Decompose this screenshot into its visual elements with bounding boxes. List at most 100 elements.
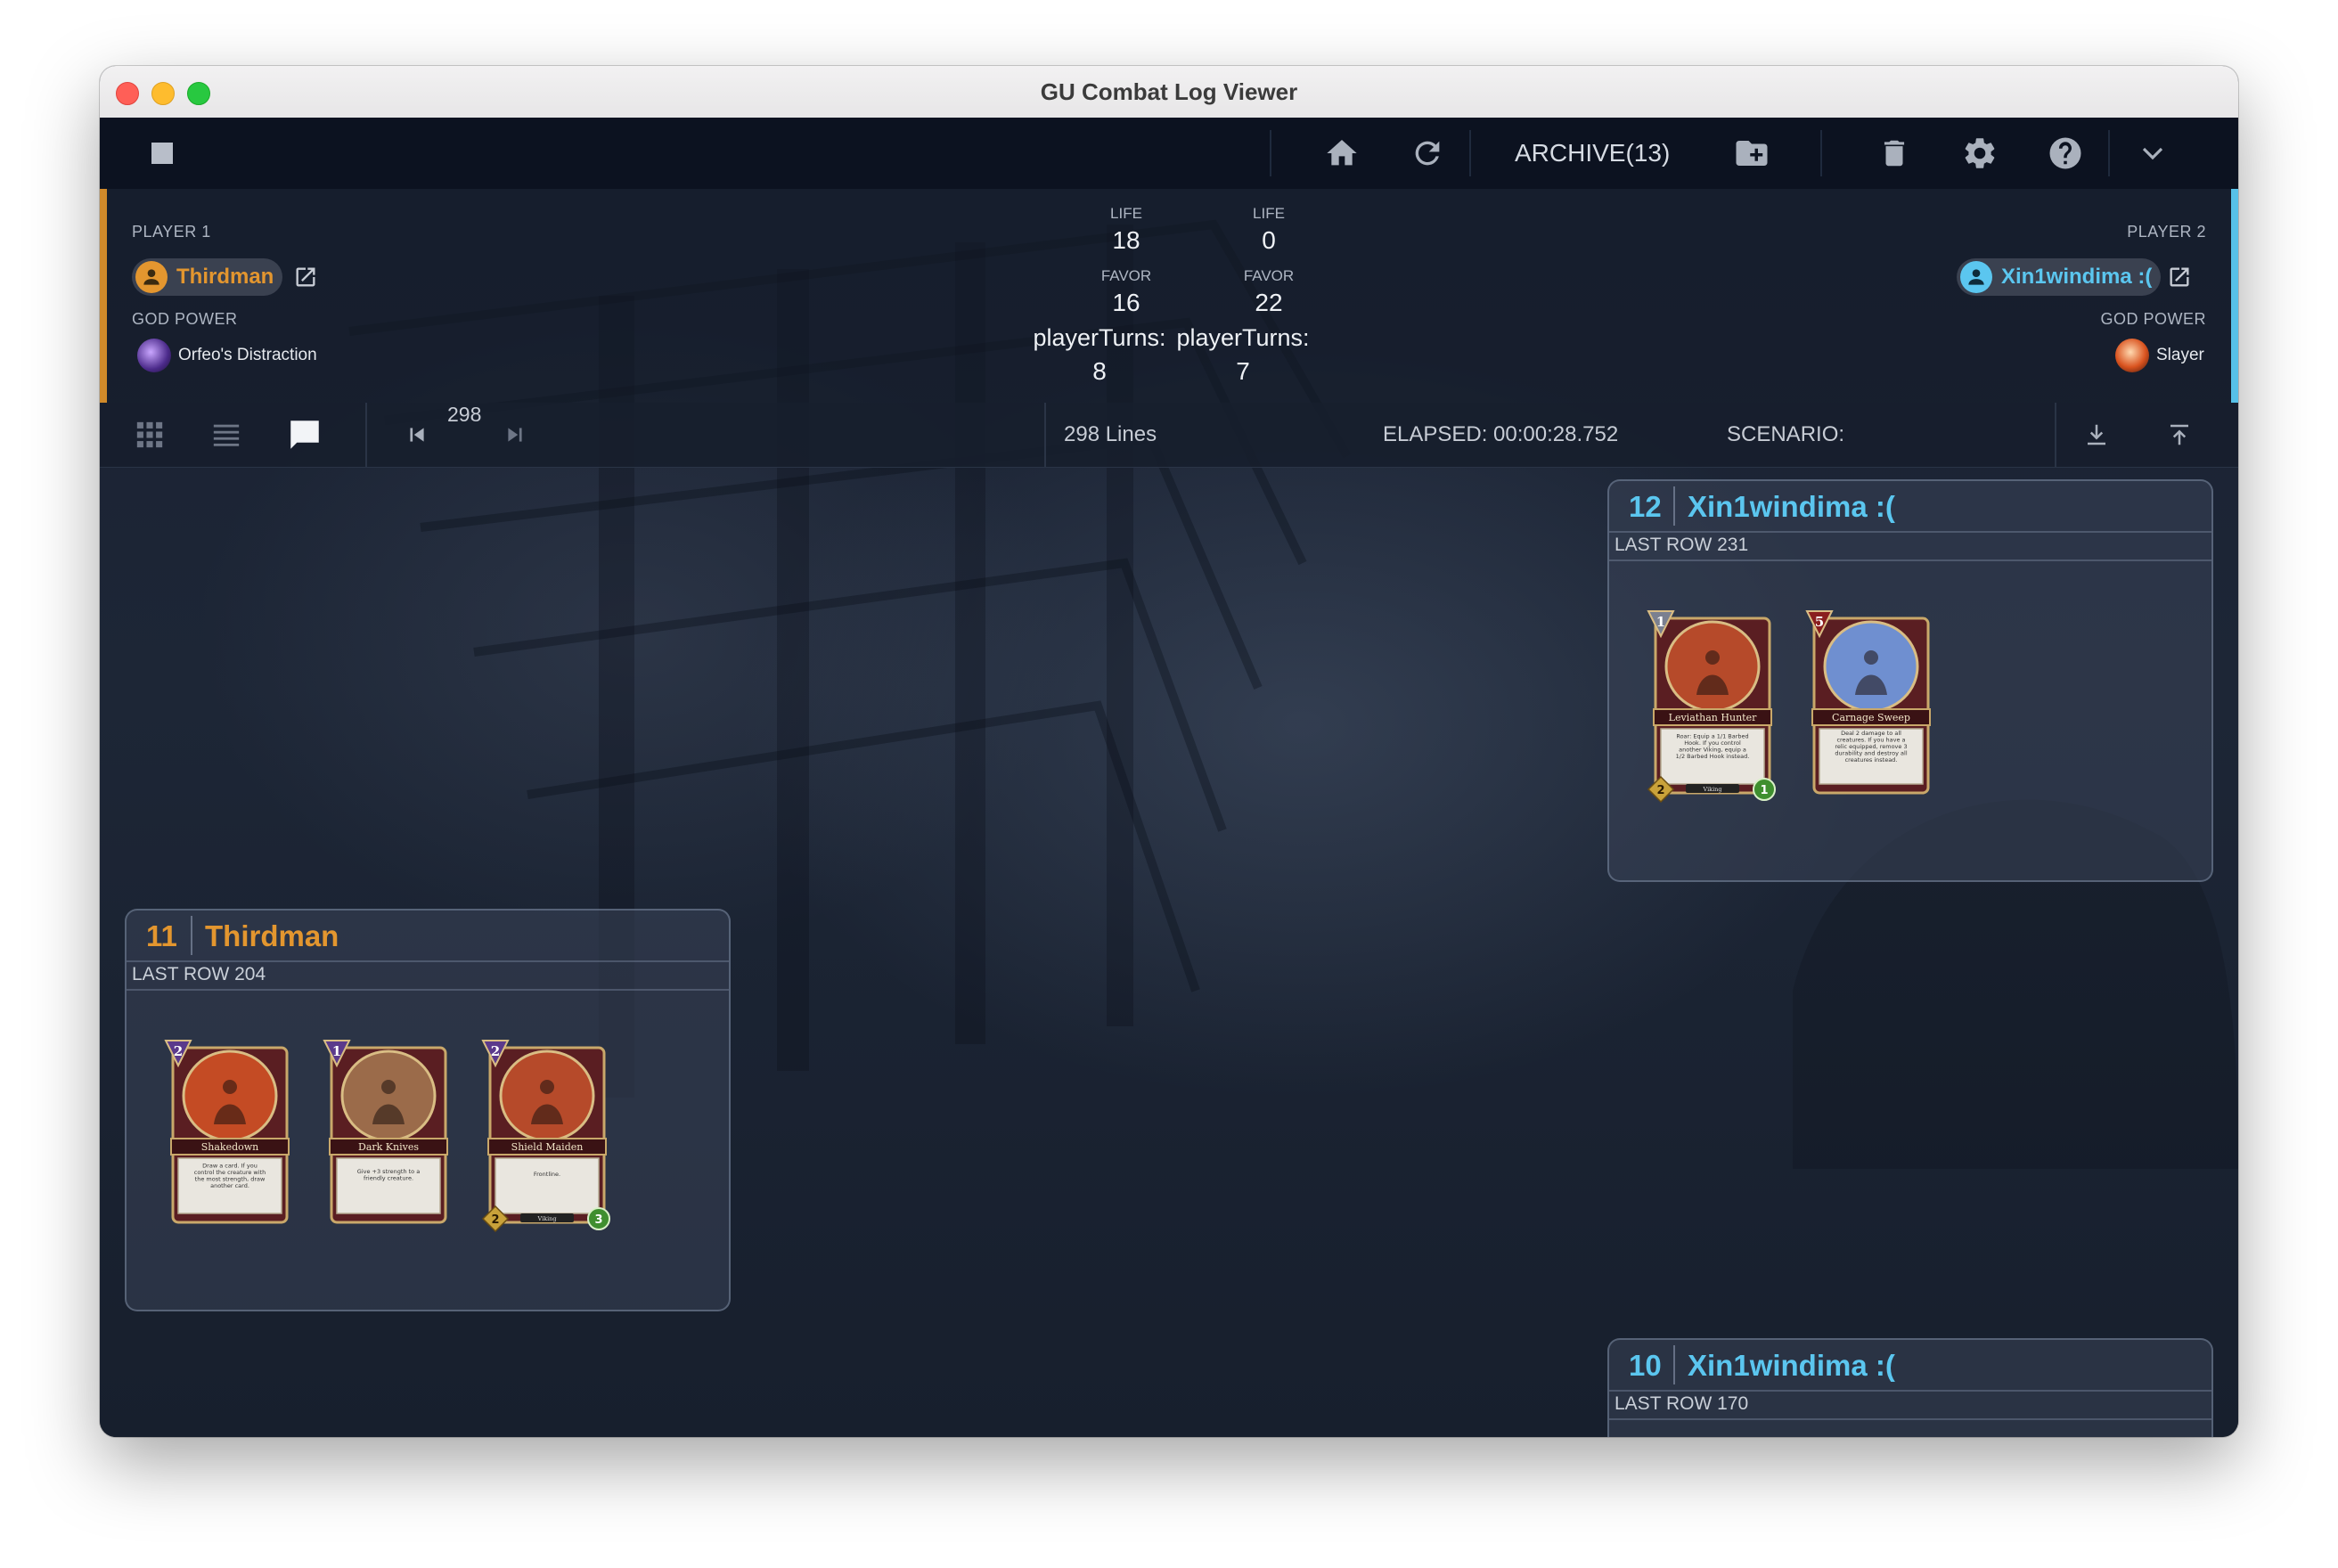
card-tribe: Viking <box>536 1215 556 1222</box>
card[interactable]: Shakedown Draw a card. If you control the … <box>164 1035 296 1235</box>
turn-divider <box>1609 1418 2211 1420</box>
card[interactable]: Carnage Sweep Deal 2 damage to all creatur… <box>1805 606 1937 805</box>
card-text-box <box>495 1157 600 1214</box>
toolbar-divider <box>1469 130 1471 176</box>
toolbar-divider <box>1820 130 1822 176</box>
player1-life: LIFE 18 <box>1110 205 1142 254</box>
turn-number: 11 <box>146 919 177 952</box>
toolbar-divider <box>2108 130 2110 176</box>
turn-divider <box>1609 559 2211 561</box>
external-link-icon[interactable] <box>293 265 318 290</box>
card-health: 1 <box>1760 784 1768 797</box>
skip-last-icon[interactable] <box>495 415 535 454</box>
turn-header-divider <box>1673 486 1675 526</box>
card-text-line: another card. <box>210 1182 249 1189</box>
card-art <box>182 1049 278 1142</box>
refresh-icon[interactable] <box>1406 132 1449 175</box>
scroll-top-icon[interactable] <box>2160 415 2199 454</box>
card-text-line: Frontline. <box>534 1171 560 1178</box>
player2-chip[interactable]: Xin1windima :( <box>1957 258 2162 296</box>
turn-card[interactable]: 11 Thirdman LAST ROW 204 Shakedown Draw a… <box>125 909 731 1311</box>
lines-count: 298 Lines <box>1064 422 1157 446</box>
god-power-icon <box>2115 339 2149 372</box>
scenario-label: SCENARIO: <box>1727 422 1845 446</box>
viewbar-divider <box>365 403 367 467</box>
card-cost: 1 <box>1656 614 1665 630</box>
external-link-icon[interactable] <box>2167 265 2192 290</box>
player2-name: Xin1windima :( <box>2001 265 2153 289</box>
turn-card[interactable]: 12 Xin1windima :( LAST ROW 231 Leviathan… <box>1607 479 2213 882</box>
viewbar-divider <box>1044 403 1046 467</box>
folder-add-icon[interactable] <box>1730 132 1773 175</box>
combat-log-area: PLAYER 1 Thirdman GOD POWER Orfeo's Dist… <box>100 189 2238 1437</box>
player2-favor: FAVOR 22 <box>1243 267 1295 316</box>
god-power-icon <box>137 339 171 372</box>
card-art <box>1664 620 1761 713</box>
card[interactable]: Shield Maiden Frontline. Viking 2 2 3 <box>481 1035 613 1235</box>
card-art <box>499 1049 595 1142</box>
card-cost: 2 <box>174 1043 183 1059</box>
turn-card[interactable]: 10 Xin1windima :( LAST ROW 170 <box>1607 1338 2213 1437</box>
card[interactable]: Leviathan Hunter Roar: Equip a 1/1 Barbed… <box>1647 606 1778 805</box>
card-text-box <box>336 1157 441 1214</box>
help-icon[interactable] <box>2044 132 2087 175</box>
card-text-line: creatures instead. <box>1845 756 1898 764</box>
player1-god-power: Orfeo's Distraction <box>137 339 317 372</box>
card-name: Shakedown <box>201 1141 259 1153</box>
card[interactable]: Dark Knives Give +3 strength to a friendly… <box>323 1035 454 1235</box>
stop-icon[interactable] <box>141 132 184 175</box>
card-name: Shield Maiden <box>511 1141 584 1153</box>
chevron-down-icon[interactable] <box>2131 132 2174 175</box>
card-tribe: Viking <box>1702 786 1721 793</box>
viewbar-divider <box>2055 403 2056 467</box>
title-bar: GU Combat Log Viewer <box>100 66 2238 118</box>
card-graphic: Dark KnivesGive +3 strength to afriendly… <box>323 1040 448 1224</box>
player2-turns: playerTurns: 7 <box>1176 324 1310 385</box>
player1-god-power-name: Orfeo's Distraction <box>178 346 317 364</box>
turn-header-divider <box>1673 1345 1675 1384</box>
card-name: Dark Knives <box>358 1141 419 1153</box>
card-art <box>1823 620 1919 713</box>
toolbar-divider <box>1270 130 1271 176</box>
card-text-line: 1/2 Barbed Hook instead. <box>1676 753 1750 760</box>
archive-button[interactable]: ARCHIVE(13) <box>1515 139 1670 167</box>
card-graphic: Shield Maiden Frontline. Viking 2 2 3 <box>481 1040 610 1233</box>
turn-number: 10 <box>1629 1349 1662 1382</box>
player2-life: LIFE 0 <box>1253 205 1285 254</box>
player1-favor: FAVOR 16 <box>1100 267 1152 316</box>
player2-god-power-name: Slayer <box>2156 346 2204 364</box>
trash-icon[interactable] <box>1873 132 1916 175</box>
card-attack: 2 <box>491 1213 499 1227</box>
gear-icon[interactable] <box>1958 132 2001 175</box>
scroll-bottom-icon[interactable] <box>2077 415 2116 454</box>
card-name: Carnage Sweep <box>1832 712 1910 723</box>
card-graphic: ShakedownDraw a card. If youcontrol the … <box>164 1040 290 1224</box>
card-name: Leviathan Hunter <box>1669 712 1757 723</box>
card-graphic: Leviathan HunterRoar: Equip a 1/1 Barbed… <box>1647 610 1776 804</box>
player1-chip[interactable]: Thirdman <box>132 258 283 296</box>
player2-god-power: Slayer <box>2115 339 2204 372</box>
card-art <box>340 1049 437 1142</box>
window-title: GU Combat Log Viewer <box>1040 78 1298 105</box>
player1-name: Thirdman <box>176 265 274 289</box>
grid-view-icon[interactable] <box>130 415 169 454</box>
card-attack: 2 <box>1656 784 1664 797</box>
player1-label: PLAYER 1 <box>132 223 211 241</box>
card-cost: 5 <box>1815 614 1824 630</box>
home-icon[interactable] <box>1320 132 1363 175</box>
card-cost: 2 <box>491 1043 500 1059</box>
card-cost: 1 <box>332 1043 341 1059</box>
line-position: 298 <box>447 403 482 426</box>
log-view-bar: 298 298 Lines ELAPSED: 00:00:28.752 SCEN… <box>100 403 2238 468</box>
player1-accent-bar <box>100 189 107 403</box>
app-window: GU Combat Log Viewer ARCHIVE(13) PLAYER … <box>100 66 2238 1437</box>
turn-number: 12 <box>1629 490 1662 523</box>
turn-last-row: LAST ROW 170 <box>1615 1393 1749 1414</box>
turn-player-name: Thirdman <box>205 919 339 952</box>
card-graphic: Carnage SweepDeal 2 damage to allcreatur… <box>1805 610 1931 795</box>
turn-last-row: LAST ROW 204 <box>132 964 266 984</box>
list-view-icon[interactable] <box>207 415 246 454</box>
skip-first-icon[interactable] <box>397 415 437 454</box>
turn-player-name: Xin1windima :( <box>1688 490 1895 523</box>
chat-view-icon[interactable] <box>285 415 324 454</box>
